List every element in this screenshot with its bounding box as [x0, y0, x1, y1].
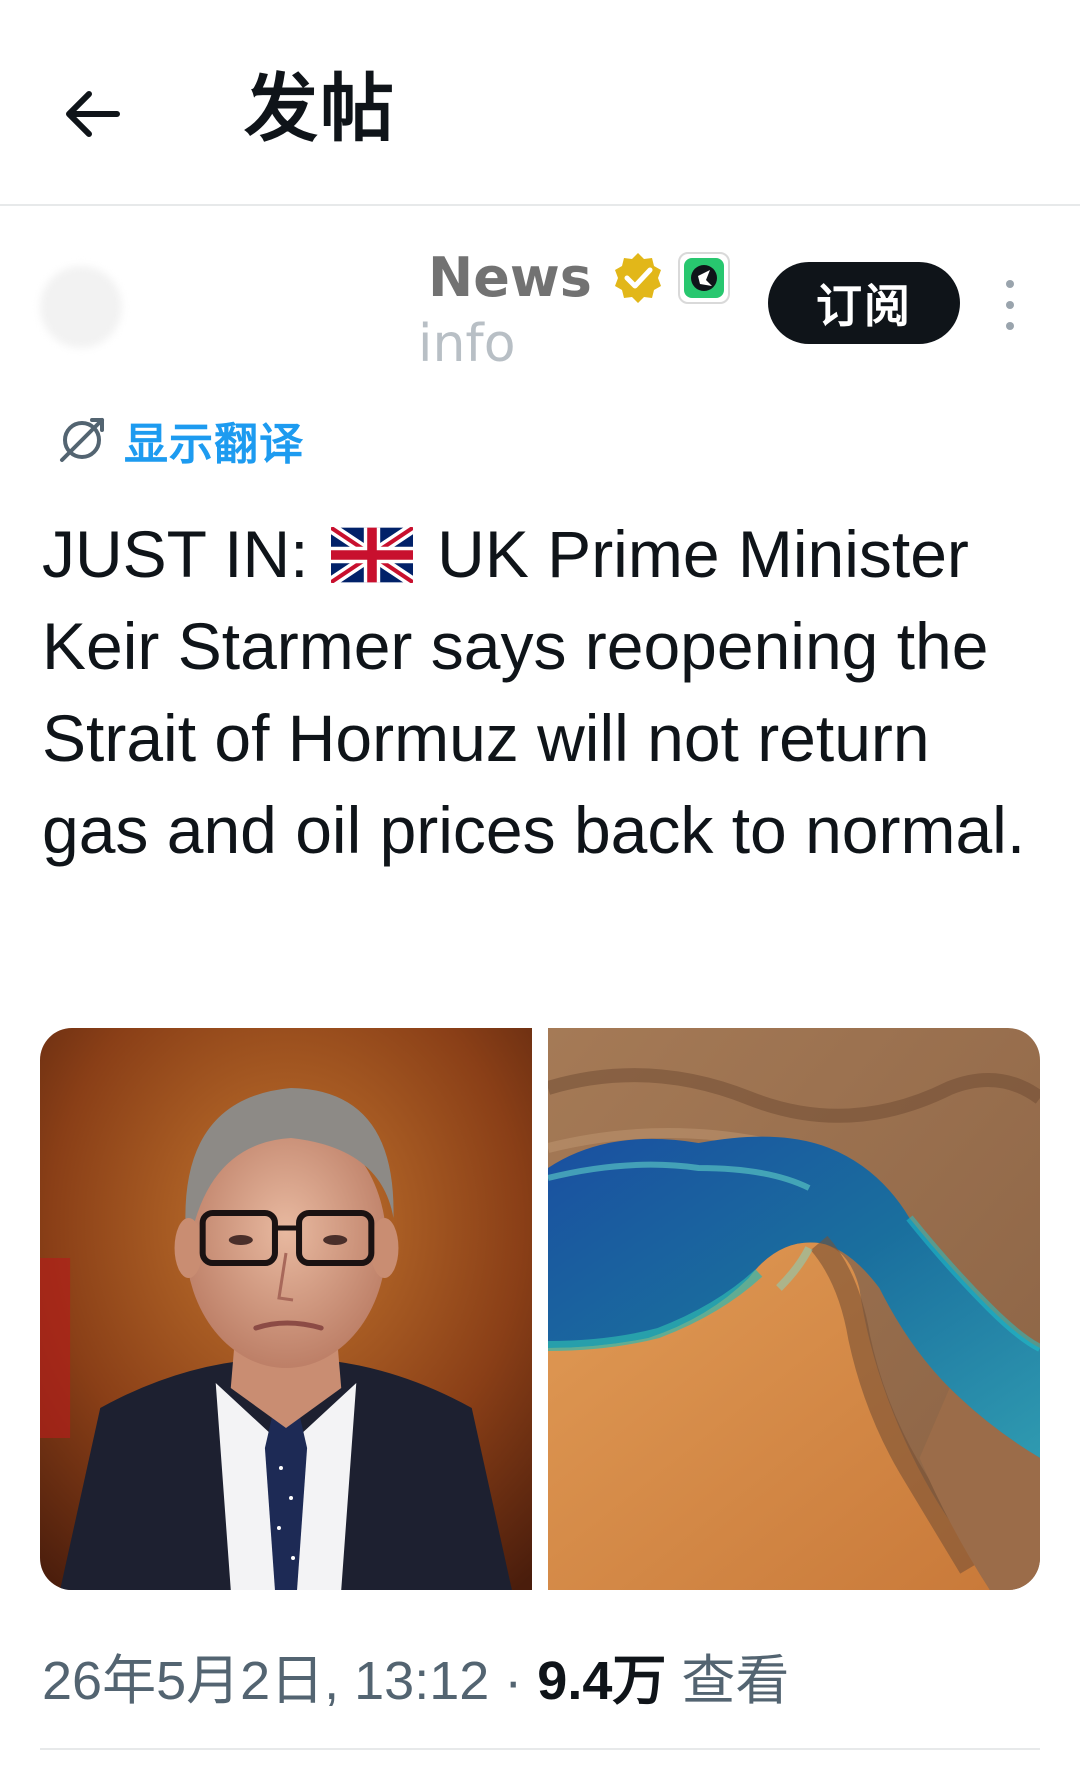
more-dot	[1006, 301, 1014, 309]
author-name[interactable]: News	[428, 246, 592, 309]
satellite-photo	[548, 1028, 1040, 1590]
affiliate-logo-icon	[684, 258, 724, 298]
back-button[interactable]	[52, 74, 132, 154]
verified-badge-icon	[615, 253, 661, 303]
translate-icon	[60, 418, 104, 462]
page-title: 发帖	[244, 66, 396, 152]
view-count: 9.4万	[537, 1651, 667, 1711]
uk-flag-icon	[330, 527, 413, 583]
tweet-text: JUST IN: UK Prime Minister Keir Starmer …	[42, 508, 1032, 876]
media-photo-satellite[interactable]	[548, 1028, 1040, 1590]
tweet-text-prefix: JUST IN:	[42, 517, 327, 591]
show-translation-link[interactable]: 显示翻译	[56, 410, 304, 470]
author-row: News info 订阅	[40, 244, 1040, 374]
more-options-button[interactable]	[990, 280, 1030, 330]
arrow-left-icon	[66, 91, 120, 137]
portrait-photo	[40, 1028, 532, 1590]
subscribe-button[interactable]: 订阅	[768, 262, 960, 344]
more-vertical-icon	[1006, 280, 1014, 288]
media-photo-portrait[interactable]	[40, 1028, 532, 1590]
avatar[interactable]	[40, 266, 122, 348]
affiliate-badge-icon[interactable]	[678, 252, 730, 304]
view-label: 查看	[666, 1651, 790, 1711]
post-timestamp[interactable]: 26年5月2日, 13:12	[42, 1651, 489, 1711]
more-dot	[1006, 322, 1014, 330]
meta-separator: ·	[489, 1651, 538, 1711]
top-bar: 发帖	[0, 0, 1080, 206]
divider	[40, 1748, 1040, 1750]
author-handle[interactable]: info	[418, 314, 516, 374]
tweet-meta: 26年5月2日, 13:12 · 9.4万 查看	[42, 1636, 789, 1715]
translate-label: 显示翻译	[124, 419, 304, 470]
media-grid	[40, 1028, 1040, 1590]
